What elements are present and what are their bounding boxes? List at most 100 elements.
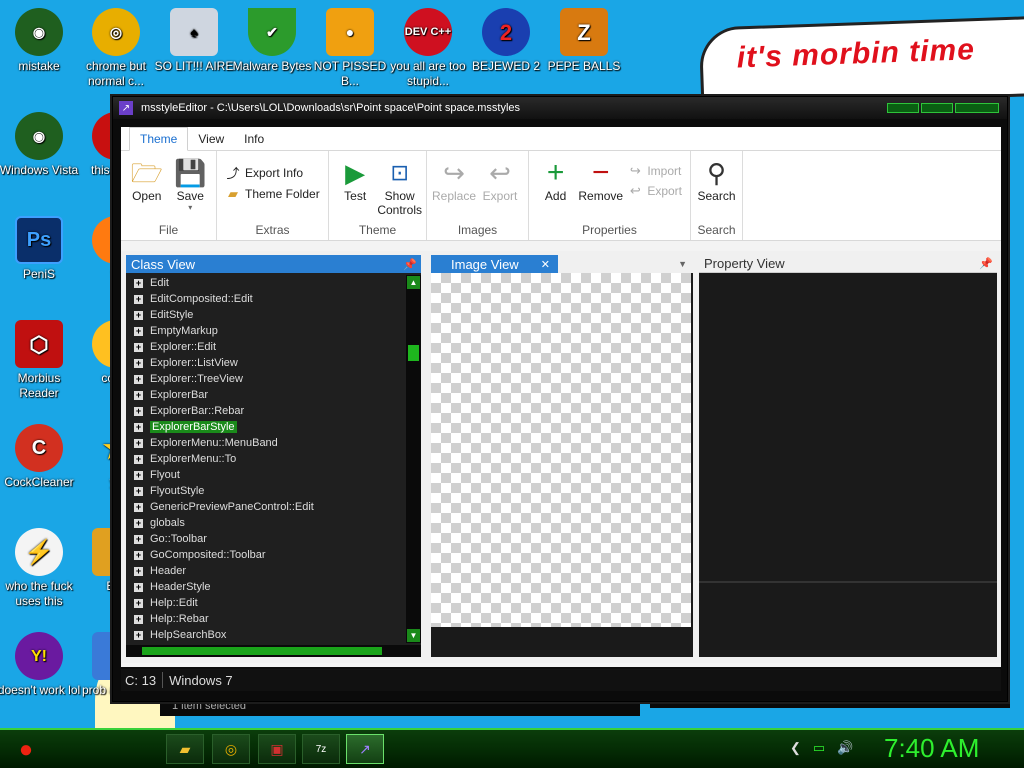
show-controls-button[interactable]: ⊡ Show Controls: [377, 155, 422, 222]
tree-item[interactable]: + ExplorerBar::Rebar: [126, 403, 406, 419]
expand-icon[interactable]: +: [134, 454, 143, 464]
scroll-thumb[interactable]: [142, 647, 382, 655]
expand-icon[interactable]: +: [134, 310, 143, 320]
desktop-icon-malwarebytes[interactable]: ✔ Malware Bytes: [230, 8, 314, 74]
desktop-icon-solitaire[interactable]: ♠ SO LIT!!! AIRE: [152, 8, 236, 74]
expand-icon[interactable]: +: [134, 438, 143, 448]
taskbar-msstyleeditor[interactable]: ↗: [346, 734, 384, 764]
taskbar-media[interactable]: ▣: [258, 734, 296, 764]
tree-item[interactable]: + GenericPreviewPaneControl::Edit: [126, 499, 406, 515]
tree-item[interactable]: + Explorer::Edit: [126, 339, 406, 355]
expand-icon[interactable]: +: [134, 502, 143, 512]
taskbar-explorer[interactable]: ▰: [166, 734, 204, 764]
tree-item[interactable]: + HeaderStyle: [126, 579, 406, 595]
desktop-icon-pepe[interactable]: Z PEPE BALLS: [542, 8, 626, 74]
expand-icon[interactable]: +: [134, 326, 143, 336]
desktop-icon-vista[interactable]: ◉ Windows Vista: [0, 112, 81, 178]
tree-item[interactable]: + Explorer::TreeView: [126, 371, 406, 387]
image-export-button[interactable]: ↩ Export: [477, 155, 523, 222]
minimize-button[interactable]: [887, 103, 919, 113]
tab-info[interactable]: Info: [234, 128, 274, 150]
expand-icon[interactable]: +: [134, 534, 143, 544]
expand-icon[interactable]: +: [134, 582, 143, 592]
search-button[interactable]: ⚲ Search: [695, 155, 738, 222]
tree-item[interactable]: + ExplorerBar: [126, 387, 406, 403]
expand-icon[interactable]: +: [134, 550, 143, 560]
export-info-button[interactable]: ⤴ Export Info: [225, 163, 320, 182]
desktop-icon-pig[interactable]: ● NOT PISSED B...: [308, 8, 392, 89]
expand-icon[interactable]: +: [134, 374, 143, 384]
expand-icon[interactable]: +: [134, 278, 143, 288]
property-divider[interactable]: [699, 581, 997, 583]
close-button[interactable]: [955, 103, 999, 113]
open-button[interactable]: 🗁 Open: [125, 155, 169, 222]
tree-item[interactable]: + GoComposited::Toolbar: [126, 547, 406, 563]
expand-icon[interactable]: +: [134, 422, 143, 432]
import-button[interactable]: ↪ Import: [627, 163, 682, 179]
tab-image-view[interactable]: Image View ✕: [431, 255, 558, 273]
tree-item[interactable]: + ExplorerMenu::MenuBand: [126, 435, 406, 451]
theme-folder-button[interactable]: ▰ Theme Folder: [225, 186, 320, 202]
tree-item[interactable]: + Flyout: [126, 467, 406, 483]
tree-item[interactable]: + Help::Edit: [126, 595, 406, 611]
maximize-button[interactable]: [921, 103, 953, 113]
tree-item[interactable]: + Explorer::ListView: [126, 355, 406, 371]
speaker-icon[interactable]: 🔊: [837, 740, 853, 756]
tree-item[interactable]: + ExplorerMenu::To: [126, 451, 406, 467]
remove-button[interactable]: − Remove: [578, 155, 623, 222]
tree-item[interactable]: + HelpSearchBox: [126, 627, 406, 643]
titlebar[interactable]: ↗ msstyleEditor - C:\Users\LOL\Downloads…: [113, 97, 1007, 119]
tree-item[interactable]: + Help::Rebar: [126, 611, 406, 627]
scroll-thumb[interactable]: [408, 345, 419, 361]
scroll-down-arrow[interactable]: ▼: [407, 629, 420, 642]
desktop-icon-devcpp[interactable]: DEV C++ you all are too stupid...: [386, 8, 470, 89]
desktop-icon-yahoo[interactable]: Y! doesn't work lol: [0, 632, 81, 698]
tab-view[interactable]: View: [188, 128, 234, 150]
desktop-icon-ccleaner[interactable]: C CockCleaner: [0, 424, 81, 490]
tree-item[interactable]: + FlyoutStyle: [126, 483, 406, 499]
monitor-icon[interactable]: ▭: [813, 740, 825, 756]
replace-button[interactable]: ↪ Replace: [431, 155, 477, 222]
tree-item[interactable]: + ExplorerBarStyle: [126, 419, 406, 435]
tab-theme[interactable]: Theme: [129, 127, 189, 151]
test-button[interactable]: ▶ Test: [333, 155, 377, 222]
expand-icon[interactable]: +: [134, 630, 143, 640]
expand-icon[interactable]: +: [134, 390, 143, 400]
chevron-down-icon[interactable]: ▼: [678, 259, 687, 269]
desktop-icon-chrome[interactable]: ◎ chrome but normal c...: [74, 8, 158, 89]
expand-icon[interactable]: +: [134, 518, 143, 528]
expand-icon[interactable]: +: [134, 598, 143, 608]
expand-icon[interactable]: +: [134, 358, 143, 368]
scroll-up-arrow[interactable]: ▲: [407, 276, 420, 289]
pin-icon[interactable]: 📌: [979, 257, 993, 270]
pin-icon[interactable]: 📌: [403, 258, 417, 271]
expand-icon[interactable]: +: [134, 566, 143, 576]
tree-item[interactable]: + Edit: [126, 275, 406, 291]
start-button[interactable]: ●: [6, 732, 46, 768]
desktop-icon-bejeweled[interactable]: 2 BEJEWED 2: [464, 8, 548, 74]
expand-icon[interactable]: +: [134, 470, 143, 480]
desktop-icon-flash[interactable]: ⚡ who the fuck uses this: [0, 528, 81, 609]
tree-item[interactable]: + Header: [126, 563, 406, 579]
tree-item[interactable]: + Go::Toolbar: [126, 531, 406, 547]
close-icon[interactable]: ✕: [541, 258, 550, 271]
tree-item[interactable]: + EmptyMarkup: [126, 323, 406, 339]
property-export-button[interactable]: ↩ Export: [627, 183, 682, 199]
tree-item[interactable]: + globals: [126, 515, 406, 531]
save-button[interactable]: 💾 Save ▾: [169, 155, 213, 222]
add-button[interactable]: + Add: [533, 155, 578, 222]
tree-item[interactable]: + EditStyle: [126, 307, 406, 323]
desktop-icon-acrobat[interactable]: ⬡ Morbius Reader: [0, 320, 81, 401]
horizontal-scrollbar[interactable]: [126, 645, 421, 657]
expand-icon[interactable]: +: [134, 342, 143, 352]
expand-icon[interactable]: +: [134, 614, 143, 624]
expand-icon[interactable]: +: [134, 406, 143, 416]
clock[interactable]: 7:40 AM: [884, 733, 979, 764]
chevron-left-icon[interactable]: ❮: [790, 740, 801, 756]
desktop-icon-photoshop[interactable]: Ps PeniS: [0, 216, 81, 282]
expand-icon[interactable]: +: [134, 294, 143, 304]
taskbar-7zip[interactable]: 7z: [302, 734, 340, 764]
expand-icon[interactable]: +: [134, 486, 143, 496]
desktop-icon-mistake[interactable]: ◉ mistake: [0, 8, 81, 74]
tree-item[interactable]: + EditComposited::Edit: [126, 291, 406, 307]
